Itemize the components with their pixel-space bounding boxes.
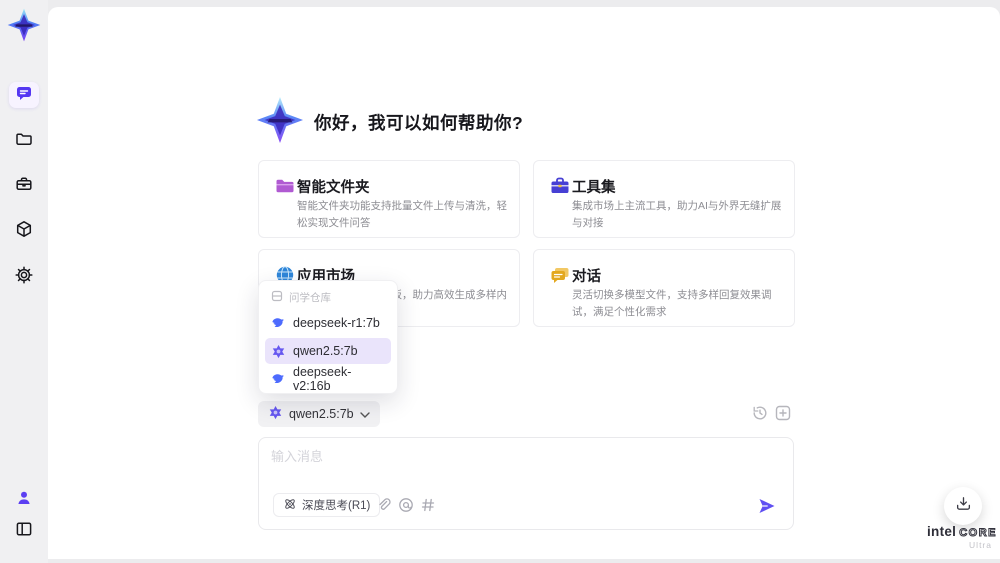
card-description: 灵活切换多模型文件，支持多样回复效果调试，满足个性化需求 [572,289,772,318]
intel-core-logo: intel CORE Ultra [924,524,1000,550]
sidebar [0,0,48,563]
message-composer: 深度思考(R1) [258,437,794,530]
deep-think-toggle[interactable]: 深度思考(R1) [273,493,381,517]
app-window: 你好，我可以如何帮助你? 智能文件夹 智能文件夹功能支持批量文件上传与清洗，轻松… [0,0,1000,563]
card-description: 智能文件夹功能支持批量文件上传与清洗，轻松实现文件问答 [297,200,507,229]
hash-icon[interactable] [420,497,436,513]
model-dropdown-header-label: 问学仓库 [289,292,331,304]
attachment-icon[interactable] [375,497,391,513]
model-option-label: deepseek-v2:16b [293,365,352,393]
mention-icon[interactable] [398,497,414,513]
app-logo-icon [7,8,41,42]
card-description: 集成市场上主流工具，助力AI与外界无缝扩展与对接 [572,200,782,229]
sidebar-item-models[interactable] [15,220,33,243]
greeting-title: 你好，我可以如何帮助你? [314,113,524,133]
model-dropdown-header: 问学仓库 [259,281,397,308]
qwen-icon [271,344,286,359]
model-option-label: qwen2.5:7b [293,344,358,358]
cube-icon [15,220,33,243]
chat-bubble-icon [15,84,33,107]
history-icon[interactable] [751,404,769,422]
greeting-logo-icon [256,96,304,144]
folder-icon [15,130,33,153]
message-input[interactable] [271,446,771,490]
sidebar-item-toolbox[interactable] [15,177,33,195]
model-option-deepseek-r1[interactable]: deepseek-r1:7b [265,310,391,336]
user-icon [15,489,33,512]
deepseek-icon [271,372,286,387]
sidebar-item-panel-toggle[interactable] [15,520,33,543]
model-option-label: deepseek-r1:7b [293,316,380,330]
card-title: 工具集 [572,180,616,196]
folder-purple-icon [275,176,295,196]
qwen-icon [268,405,283,423]
deep-think-label: 深度思考(R1) [302,500,371,512]
panel-layout-icon [15,520,33,543]
card-toolset[interactable]: 工具集 集成市场上主流工具，助力AI与外界无缝扩展与对接 [533,160,795,238]
card-title: 智能文件夹 [297,180,370,196]
sidebar-item-account[interactable] [15,491,33,509]
briefcase-indigo-icon [550,176,570,196]
gear-icon [15,265,33,289]
model-option-deepseek-v2[interactable]: deepseek-v2:16b [265,365,391,393]
chevron-down-icon [359,407,370,421]
ultra-wordmark: Ultra [969,540,992,550]
send-icon[interactable] [757,496,777,516]
sidebar-item-chat[interactable] [9,82,39,108]
briefcase-icon [15,175,33,198]
intel-wordmark: intel [926,524,957,539]
model-dropdown: 问学仓库 deepseek-r1:7b qwen2.5:7b deepseek-… [258,280,398,394]
card-conversation[interactable]: 对话 灵活切换多模型文件，支持多样回复效果调试，满足个性化需求 [533,249,795,327]
model-selector[interactable]: qwen2.5:7b [258,401,380,427]
core-wordmark: CORE [959,527,998,540]
sidebar-item-folders[interactable] [15,132,33,150]
repository-icon [271,290,283,305]
new-chat-icon[interactable] [774,404,792,422]
deepseek-icon [271,316,286,331]
card-smart-folder[interactable]: 智能文件夹 智能文件夹功能支持批量文件上传与清洗，轻松实现文件问答 [258,160,520,238]
sidebar-item-settings[interactable] [15,265,33,289]
download-icon [955,495,972,517]
card-title: 对话 [572,269,601,285]
model-selector-value: qwen2.5:7b [289,407,354,421]
download-button[interactable] [944,487,982,525]
model-option-qwen[interactable]: qwen2.5:7b [265,338,391,364]
atom-icon [283,497,297,514]
chat-gold-icon [550,265,570,285]
